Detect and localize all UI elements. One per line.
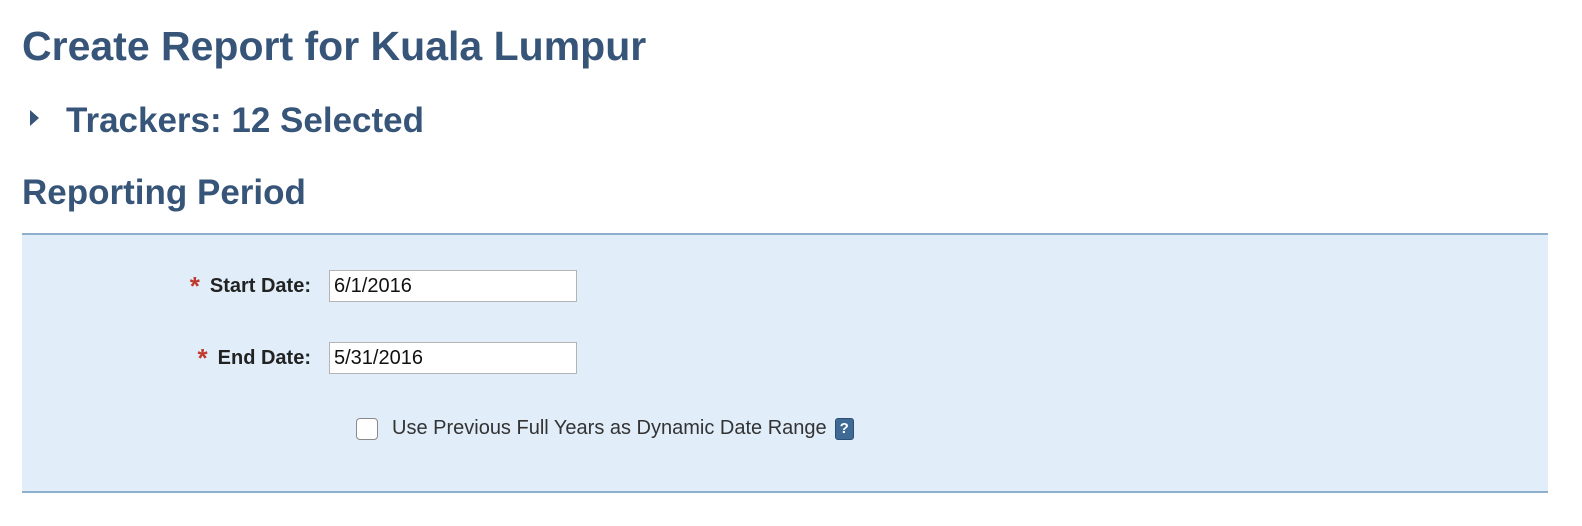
reporting-period-heading: Reporting Period [22,173,306,212]
trackers-toggle[interactable]: Trackers: 12 Selected [30,98,424,144]
start-date-input[interactable] [329,270,577,302]
dynamic-range-label[interactable]: Use Previous Full Years as Dynamic Date … [392,417,827,440]
end-date-input[interactable] [329,342,577,374]
trackers-heading[interactable]: Trackers: 12 Selected [66,98,424,144]
start-date-label: Start Date: [209,274,311,297]
required-indicator: * [189,270,200,301]
start-date-label-group: * Start Date: [22,271,329,302]
end-date-label-group: * End Date: [22,343,329,374]
dynamic-range-row: Use Previous Full Years as Dynamic Date … [356,417,854,440]
reporting-period-panel: * Start Date: * End Date: Use Previous Ful… [22,233,1548,493]
caret-right-icon[interactable] [30,110,39,126]
end-date-row: * End Date: [22,342,577,374]
dynamic-range-checkbox[interactable] [356,417,378,440]
help-icon[interactable]: ? [834,417,854,440]
required-indicator: * [197,342,208,373]
start-date-row: * Start Date: [22,270,577,302]
end-date-label: End Date: [217,346,311,369]
page-title: Create Report for Kuala Lumpur [22,23,647,69]
